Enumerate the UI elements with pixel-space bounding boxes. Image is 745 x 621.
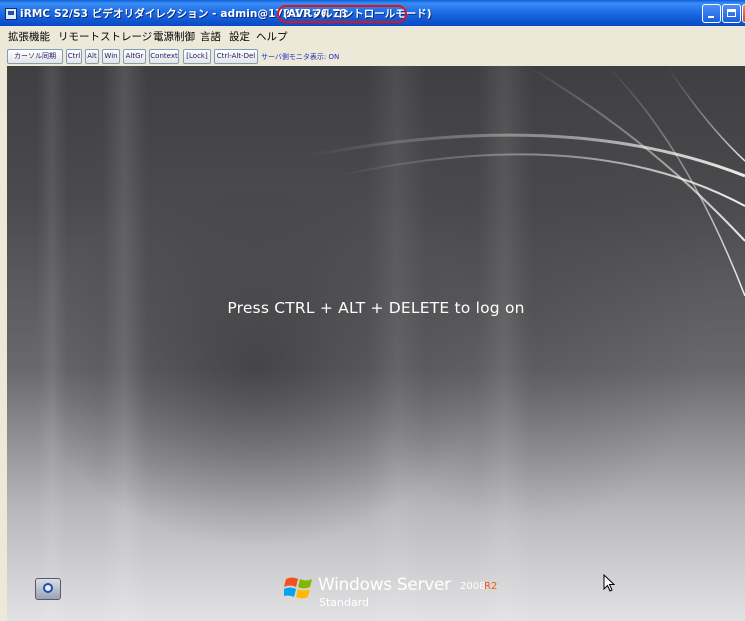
video-redirection-window: iRMC S2/S3 ビデオリダイレクション - admin@172.17.46… (0, 0, 745, 621)
server-monitor-status: サーバ側モニタ表示: ON (261, 53, 340, 61)
cursor-sync-button[interactable]: カーソル同期 (7, 49, 63, 64)
menu-help[interactable]: ヘルプ (256, 29, 288, 44)
app-icon[interactable] (5, 8, 17, 20)
context-key-button[interactable]: Context (149, 49, 179, 64)
menu-power-control[interactable]: 電源制御 (153, 29, 195, 44)
win-key-button[interactable]: Win (102, 49, 120, 64)
maximize-button[interactable] (722, 4, 741, 23)
menu-language[interactable]: 言語 (200, 29, 221, 44)
product-release: R2 (484, 581, 498, 592)
mouse-pointer-icon (603, 574, 615, 592)
menu-extended-functions[interactable]: 拡張機能 (8, 29, 50, 44)
windows-logo-icon (284, 577, 312, 599)
light-swirl (306, 66, 745, 297)
ctrl-alt-del-button[interactable]: Ctrl-Alt-Del (214, 49, 258, 64)
toolbar: カーソル同期 Ctrl Alt Win AltGr Context [Lock]… (0, 44, 745, 66)
control-mode-label: (AVRフルコントロールモード) (283, 8, 432, 20)
alt-key-button[interactable]: Alt (85, 49, 99, 64)
product-edition: Standard (319, 596, 370, 609)
menu-bar: 拡張機能 リモートストレージ 電源制御 言語 設定 ヘルプ (0, 26, 745, 44)
menu-settings[interactable]: 設定 (229, 29, 250, 44)
lock-key-button[interactable]: [Lock] (183, 49, 211, 64)
remote-desktop-view[interactable]: Press CTRL + ALT + DELETE to log on Wind… (7, 66, 745, 621)
minimize-button[interactable] (702, 4, 721, 23)
product-version: 2008 (460, 581, 486, 592)
logon-prompt: Press CTRL + ALT + DELETE to log on (227, 299, 525, 317)
title-bar[interactable]: iRMC S2/S3 ビデオリダイレクション - admin@172.17.46… (0, 0, 745, 26)
windows-server-branding: Windows Server 2008 R2 Standard (284, 571, 504, 616)
ease-of-access-icon[interactable] (35, 578, 61, 600)
ctrl-key-button[interactable]: Ctrl (66, 49, 82, 64)
menu-remote-storage[interactable]: リモートストレージ (58, 29, 152, 44)
altgr-key-button[interactable]: AltGr (123, 49, 146, 64)
product-name: Windows Server (318, 575, 451, 595)
